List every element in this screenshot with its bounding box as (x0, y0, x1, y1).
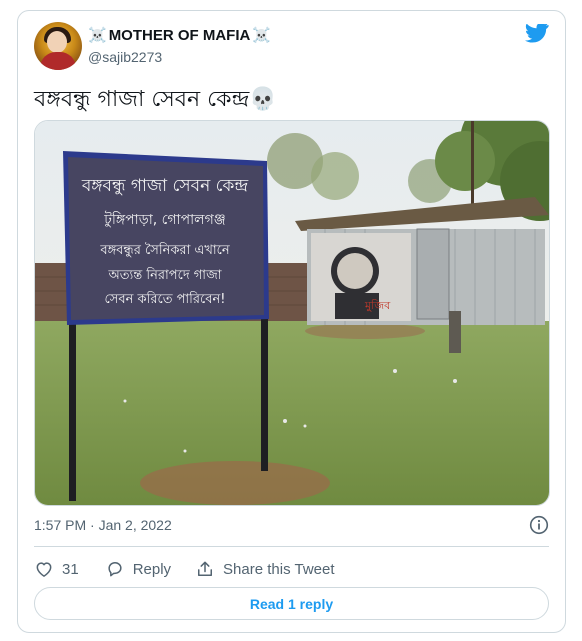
tweet-timestamp[interactable]: 1:57 PM · Jan 2, 2022 (34, 517, 172, 533)
tweet-card: ☠️ MOTHER OF MAFIA ☠️ @sajib2273 বঙ্গবন্… (17, 10, 566, 633)
tweet-photo[interactable]: মুজিব বঙ্গবন্ধু গাজা সেবন কেন্দ্র টুঙ্গি… (34, 120, 550, 506)
sign-line-5: সেবন করিতে পারিবেন! (105, 291, 226, 307)
reply-bubble-icon (108, 562, 122, 577)
sign-line-4: অত্যন্ত নিরাপদে গাজা (108, 267, 222, 283)
user-handle[interactable]: @sajib2273 (88, 49, 162, 65)
action-bar: 31 Reply Share this Tweet (34, 555, 335, 583)
like-count: 31 (62, 560, 79, 578)
reply-button[interactable]: Reply (105, 559, 171, 579)
skull-crossbones-icon: ☠️ (88, 27, 107, 44)
info-icon[interactable] (529, 515, 549, 535)
divider (34, 546, 549, 547)
share-upload-icon (198, 561, 213, 576)
twitter-bird-icon[interactable] (525, 24, 549, 44)
heart-icon (36, 562, 52, 577)
display-name-text: MOTHER OF MAFIA (108, 26, 251, 44)
like-button[interactable]: 31 (34, 559, 79, 579)
share-button[interactable]: Share this Tweet (195, 559, 335, 579)
sign-line-2: টুঙ্গিপাড়া, গোপালগঞ্জ (103, 211, 225, 228)
display-name[interactable]: ☠️ MOTHER OF MAFIA ☠️ (88, 26, 272, 45)
share-label: Share this Tweet (223, 560, 335, 578)
sign-line-3: বঙ্গবন্ধুর সৈনিকরা এখানে (99, 242, 230, 258)
sign-line-1: বঙ্গবন্ধু গাজা সেবন কেন্দ্র (81, 176, 249, 196)
skull-crossbones-icon: ☠️ (252, 27, 272, 44)
read-replies-button[interactable]: Read 1 reply (34, 587, 549, 620)
tweet-text: বঙ্গবন্ধু গাজা সেবন কেন্দ্র💀 (34, 87, 277, 112)
mural-text: মুজিব (364, 299, 391, 312)
reply-label: Reply (132, 560, 172, 578)
avatar[interactable] (34, 22, 82, 70)
